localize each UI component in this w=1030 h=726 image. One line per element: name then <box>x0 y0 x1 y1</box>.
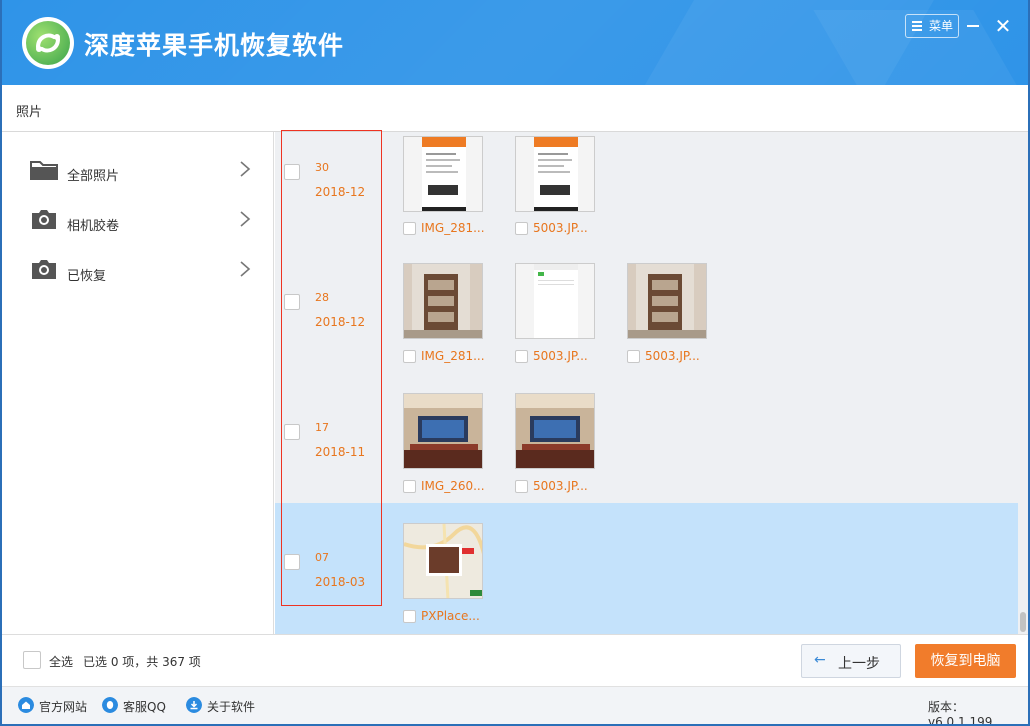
photo-grid: 30 2018-12 IMG_281... 5003.JP... 28 2018… <box>275 132 1028 634</box>
breadcrumb-bar: 照片 <box>2 85 1028 132</box>
photo-thumbnail[interactable] <box>627 263 707 339</box>
selection-summary: 已选 0 项，共 367 项 <box>83 655 201 669</box>
photo-name: 5003.JP... <box>533 349 588 363</box>
breadcrumb: 照片 <box>16 105 43 120</box>
photo-caption: 5003.JP... <box>627 349 727 365</box>
close-icon[interactable]: ✕ <box>991 14 1015 38</box>
date-group-selected: 07 2018-03 PXPlace... <box>275 503 1020 634</box>
previous-step-button[interactable]: ← 上一步 <box>801 644 901 678</box>
footer: 官方网站 客服QQ 关于软件 版本：v6.0.1.199 <box>2 686 1028 724</box>
sidebar-item-label: 相机胶卷 <box>67 219 120 234</box>
photo-caption: 5003.JP... <box>515 479 615 495</box>
select-all-checkbox[interactable] <box>23 651 41 669</box>
photo-checkbox[interactable] <box>403 350 416 363</box>
scrollbar-thumb[interactable] <box>1020 612 1026 632</box>
photo-name: IMG_260... <box>421 479 485 493</box>
photo-name: IMG_281... <box>421 221 485 235</box>
sidebar-item-all-photos[interactable]: 全部照片 <box>2 152 274 192</box>
menu-button[interactable]: 菜单 <box>905 14 959 38</box>
group-day: 28 <box>315 291 329 304</box>
app-window: 深度苹果手机恢复软件 菜单 ✕ 照片 全部照片 相机胶卷 已恢复 30 2018… <box>2 0 1028 724</box>
photo-thumbnail[interactable] <box>403 523 483 599</box>
group-month: 2018-03 <box>315 575 366 589</box>
photo-caption: 5003.JP... <box>515 349 615 365</box>
info-icon <box>186 697 202 713</box>
photo-checkbox[interactable] <box>403 610 416 623</box>
app-title: 深度苹果手机恢复软件 <box>84 31 345 60</box>
group-day: 30 <box>315 161 329 174</box>
arrow-left-icon: ← <box>814 652 826 668</box>
photo-name: PXPlace... <box>421 609 480 623</box>
group-month: 2018-12 <box>315 185 366 199</box>
photo-caption: 5003.JP... <box>515 221 615 237</box>
minimize-icon[interactable] <box>967 25 979 27</box>
version-label: 版本：v6.0.1.199 <box>928 700 993 724</box>
official-site-label: 官方网站 <box>39 700 88 714</box>
chevron-right-icon <box>240 161 251 177</box>
photo-checkbox[interactable] <box>515 350 528 363</box>
group-month: 2018-11 <box>315 445 366 459</box>
chevron-right-icon <box>240 211 251 227</box>
photo-name: 5003.JP... <box>533 479 588 493</box>
photo-name: 5003.JP... <box>645 349 700 363</box>
photo-thumbnail[interactable] <box>515 393 595 469</box>
previous-step-label: 上一步 <box>838 656 880 672</box>
action-bar: 全选 已选 0 项，共 367 项 ← 上一步 恢复到电脑 <box>2 634 1028 686</box>
sidebar-item-camera-roll[interactable]: 相机胶卷 <box>2 202 274 242</box>
sidebar-item-label: 已恢复 <box>67 269 107 284</box>
group-day: 17 <box>315 421 329 434</box>
photo-checkbox[interactable] <box>627 350 640 363</box>
home-icon <box>18 697 34 713</box>
photo-checkbox[interactable] <box>403 222 416 235</box>
photo-caption: IMG_281... <box>403 221 503 237</box>
photo-name: 5003.JP... <box>533 221 588 235</box>
photo-thumbnail[interactable] <box>515 136 595 212</box>
photo-caption: PXPlace... <box>403 609 503 625</box>
group-checkbox[interactable] <box>284 424 300 440</box>
photo-caption: IMG_260... <box>403 479 503 495</box>
photo-thumbnail[interactable] <box>403 136 483 212</box>
photo-checkbox[interactable] <box>515 480 528 493</box>
group-checkbox[interactable] <box>284 164 300 180</box>
photo-name: IMG_281... <box>421 349 485 363</box>
chevron-right-icon <box>240 261 251 277</box>
date-group: 30 2018-12 IMG_281... 5003.JP... <box>275 132 1020 235</box>
sidebar-item-recovered[interactable]: 已恢复 <box>2 252 274 292</box>
select-all-label: 全选 <box>49 655 74 669</box>
photo-thumbnail[interactable] <box>515 263 595 339</box>
photo-checkbox[interactable] <box>403 480 416 493</box>
camera-icon <box>32 260 56 279</box>
sidebar-item-label: 全部照片 <box>67 169 120 184</box>
photo-checkbox[interactable] <box>515 222 528 235</box>
photo-thumbnail[interactable] <box>403 393 483 469</box>
group-checkbox[interactable] <box>284 294 300 310</box>
photo-thumbnail[interactable] <box>403 263 483 339</box>
group-day: 07 <box>315 551 329 564</box>
menu-icon <box>912 21 922 31</box>
recover-to-pc-button[interactable]: 恢复到电脑 <box>915 644 1016 678</box>
group-checkbox[interactable] <box>284 554 300 570</box>
camera-icon <box>32 210 56 229</box>
about-label: 关于软件 <box>207 700 256 714</box>
app-logo-icon <box>22 17 74 69</box>
title-bar: 深度苹果手机恢复软件 菜单 ✕ <box>2 0 1028 130</box>
group-month: 2018-12 <box>315 315 366 329</box>
photo-caption: IMG_281... <box>403 349 503 365</box>
sidebar: 全部照片 相机胶卷 已恢复 <box>2 132 274 634</box>
folder-icon <box>30 161 58 180</box>
date-group: 28 2018-12 IMG_281... 5003.JP... 5003.JP… <box>275 263 1020 393</box>
menu-label: 菜单 <box>928 19 953 33</box>
qq-icon <box>102 697 118 713</box>
vertical-scrollbar[interactable] <box>1018 132 1028 634</box>
support-qq-label: 客服QQ <box>123 700 166 714</box>
